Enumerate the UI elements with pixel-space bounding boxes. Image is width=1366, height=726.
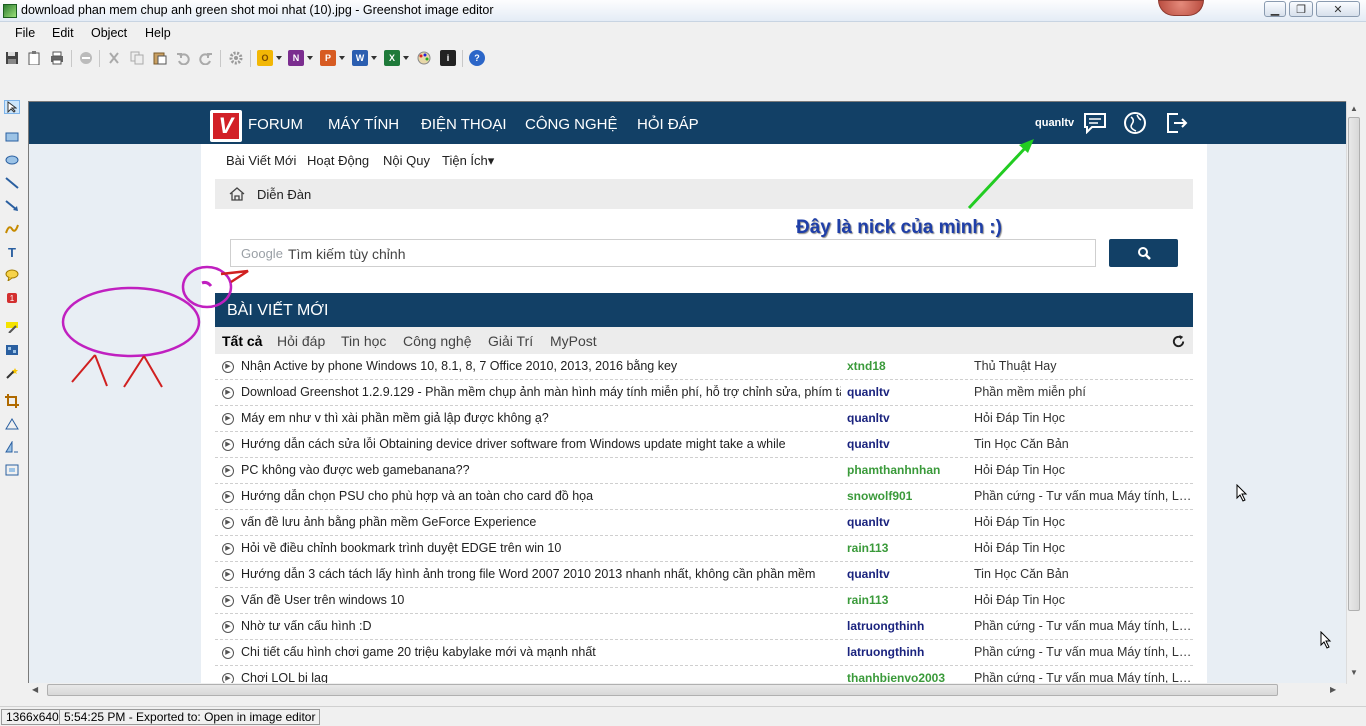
cut-icon[interactable] (106, 50, 122, 66)
highlight-tool-icon[interactable] (4, 320, 20, 334)
tool-palette: T 1 (0, 98, 26, 488)
title-bar: download phan mem chup anh green shot mo… (0, 0, 1366, 22)
arrow-tool-icon[interactable] (4, 199, 20, 213)
status-message: 5:54:25 PM - Exported to: Open in image … (59, 709, 321, 725)
scroll-down-icon[interactable]: ▼ (1350, 668, 1358, 677)
paint-icon[interactable] (416, 50, 432, 66)
clipboard-icon[interactable] (26, 50, 42, 66)
paste-icon[interactable] (152, 50, 168, 66)
excel-icon[interactable]: X (384, 50, 400, 66)
svg-text:1: 1 (10, 294, 15, 303)
status-bar: 1366x640 5:54:25 PM - Exported to: Open … (0, 706, 1366, 726)
vertical-scroll-thumb[interactable] (1348, 117, 1360, 611)
green-arrow[interactable] (967, 139, 1034, 210)
scroll-right-icon[interactable]: ▶ (1330, 685, 1336, 694)
freehand-bird-drawing[interactable] (61, 265, 249, 388)
mouse-cursor-icon (1236, 484, 1248, 502)
window-title: download phan mem chup anh green shot mo… (21, 3, 494, 17)
speechbubble-tool-icon[interactable] (4, 268, 20, 282)
redo-icon[interactable] (198, 50, 214, 66)
select-tool-icon[interactable] (4, 100, 20, 114)
powerpoint-icon[interactable]: P (320, 50, 336, 66)
menu-object[interactable]: Object (91, 26, 127, 40)
toolbar: O N P W X i ? (0, 46, 1366, 72)
undo-icon[interactable] (175, 50, 191, 66)
maximize-button[interactable]: ❐ (1289, 1, 1313, 17)
horizontal-scroll-thumb[interactable] (47, 684, 1278, 696)
annotation-text[interactable]: Đây là nick của mình :) (796, 217, 1002, 239)
ellipse-tool-icon[interactable] (4, 153, 20, 167)
menu-edit[interactable]: Edit (52, 26, 74, 40)
counter-tool-icon[interactable]: 1 (4, 291, 20, 305)
obfuscate-tool-icon[interactable] (4, 343, 20, 357)
minimize-button[interactable]: ▁ (1264, 1, 1286, 17)
app-icon (3, 4, 17, 18)
crop-tool-icon[interactable] (4, 394, 20, 408)
text-tool-icon[interactable]: T (4, 245, 20, 260)
annotation-layer (61, 139, 1034, 388)
effects-tool-icon[interactable] (4, 366, 20, 380)
help-icon[interactable]: ? (469, 50, 485, 66)
print-icon[interactable] (49, 50, 65, 66)
menu-help[interactable]: Help (145, 26, 171, 40)
settings-icon[interactable] (228, 50, 244, 66)
line-tool-icon[interactable] (4, 176, 20, 190)
word-dropdown-icon[interactable] (371, 56, 377, 60)
excel-dropdown-icon[interactable] (403, 56, 409, 60)
mouse-cursor-icon (1320, 631, 1332, 649)
freehand-tool-icon[interactable] (4, 222, 20, 236)
copy-icon[interactable] (129, 50, 145, 66)
save-icon[interactable] (4, 50, 20, 66)
menu-file[interactable]: File (15, 26, 35, 40)
vertical-scrollbar[interactable]: ▲ ▼ (1346, 101, 1361, 684)
image-canvas[interactable]: V FORUM MÁY TÍNH ĐIỆN THOẠI CÔNG NGHỆ HỎ… (28, 101, 1361, 684)
horizontal-scrollbar[interactable]: ◀ ▶ (28, 683, 1346, 698)
onenote-icon[interactable]: N (288, 50, 304, 66)
rotate-ccw-tool-icon[interactable] (4, 440, 20, 454)
resize-tool-icon[interactable] (4, 463, 20, 477)
status-dimensions: 1366x640 (1, 709, 64, 725)
powerpoint-dropdown-icon[interactable] (339, 56, 345, 60)
scroll-up-icon[interactable]: ▲ (1350, 104, 1358, 113)
scroll-left-icon[interactable]: ◀ (32, 685, 38, 694)
close-button[interactable]: ✕ (1316, 1, 1360, 17)
word-icon[interactable]: W (352, 50, 368, 66)
delete-icon[interactable] (78, 50, 94, 66)
outlook-dropdown-icon[interactable] (276, 56, 282, 60)
rectangle-tool-icon[interactable] (4, 130, 20, 144)
rotate-cw-tool-icon[interactable] (4, 417, 20, 431)
camera-icon (1158, 0, 1204, 16)
outlook-icon[interactable]: O (257, 50, 273, 66)
menu-bar: File Edit Object Help (0, 23, 1366, 44)
info-icon[interactable]: i (440, 50, 456, 66)
onenote-dropdown-icon[interactable] (307, 56, 313, 60)
